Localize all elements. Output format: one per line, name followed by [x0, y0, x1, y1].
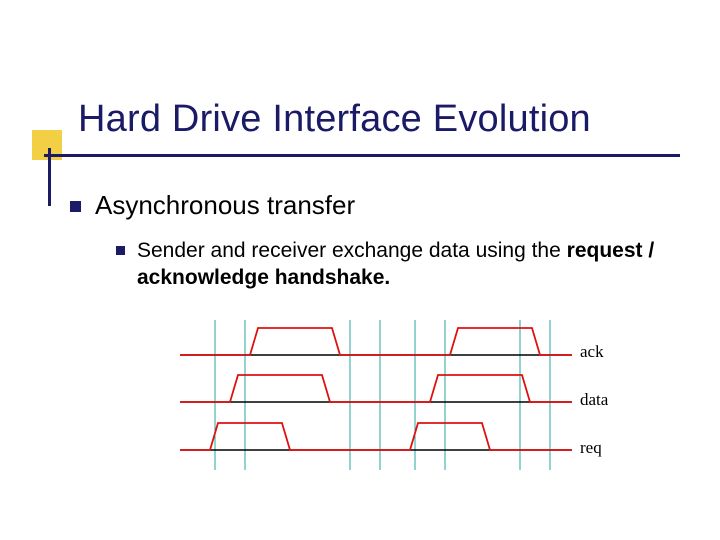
bullet2-prefix: Sender and receiver exchange data using …	[137, 239, 567, 262]
bullet-square-icon	[116, 246, 125, 255]
bullet-level2: Sender and receiver exchange data using …	[116, 237, 700, 292]
bullet2-text: Sender and receiver exchange data using …	[137, 237, 700, 292]
timing-diagram: ack data req	[180, 320, 600, 480]
label-data: data	[580, 390, 608, 410]
slide: Hard Drive Interface Evolution Asynchron…	[0, 0, 720, 540]
label-ack: ack	[580, 342, 604, 362]
timing-svg	[180, 320, 575, 470]
bullet-list: Asynchronous transfer Sender and receive…	[70, 190, 700, 292]
title-underline	[44, 154, 680, 157]
page-title: Hard Drive Interface Evolution	[78, 98, 591, 141]
bullet-level1: Asynchronous transfer	[70, 190, 700, 221]
bullet1-text: Asynchronous transfer	[95, 190, 355, 221]
title-sidebar	[48, 148, 51, 206]
bullet-square-icon	[70, 201, 81, 212]
label-req: req	[580, 438, 602, 458]
